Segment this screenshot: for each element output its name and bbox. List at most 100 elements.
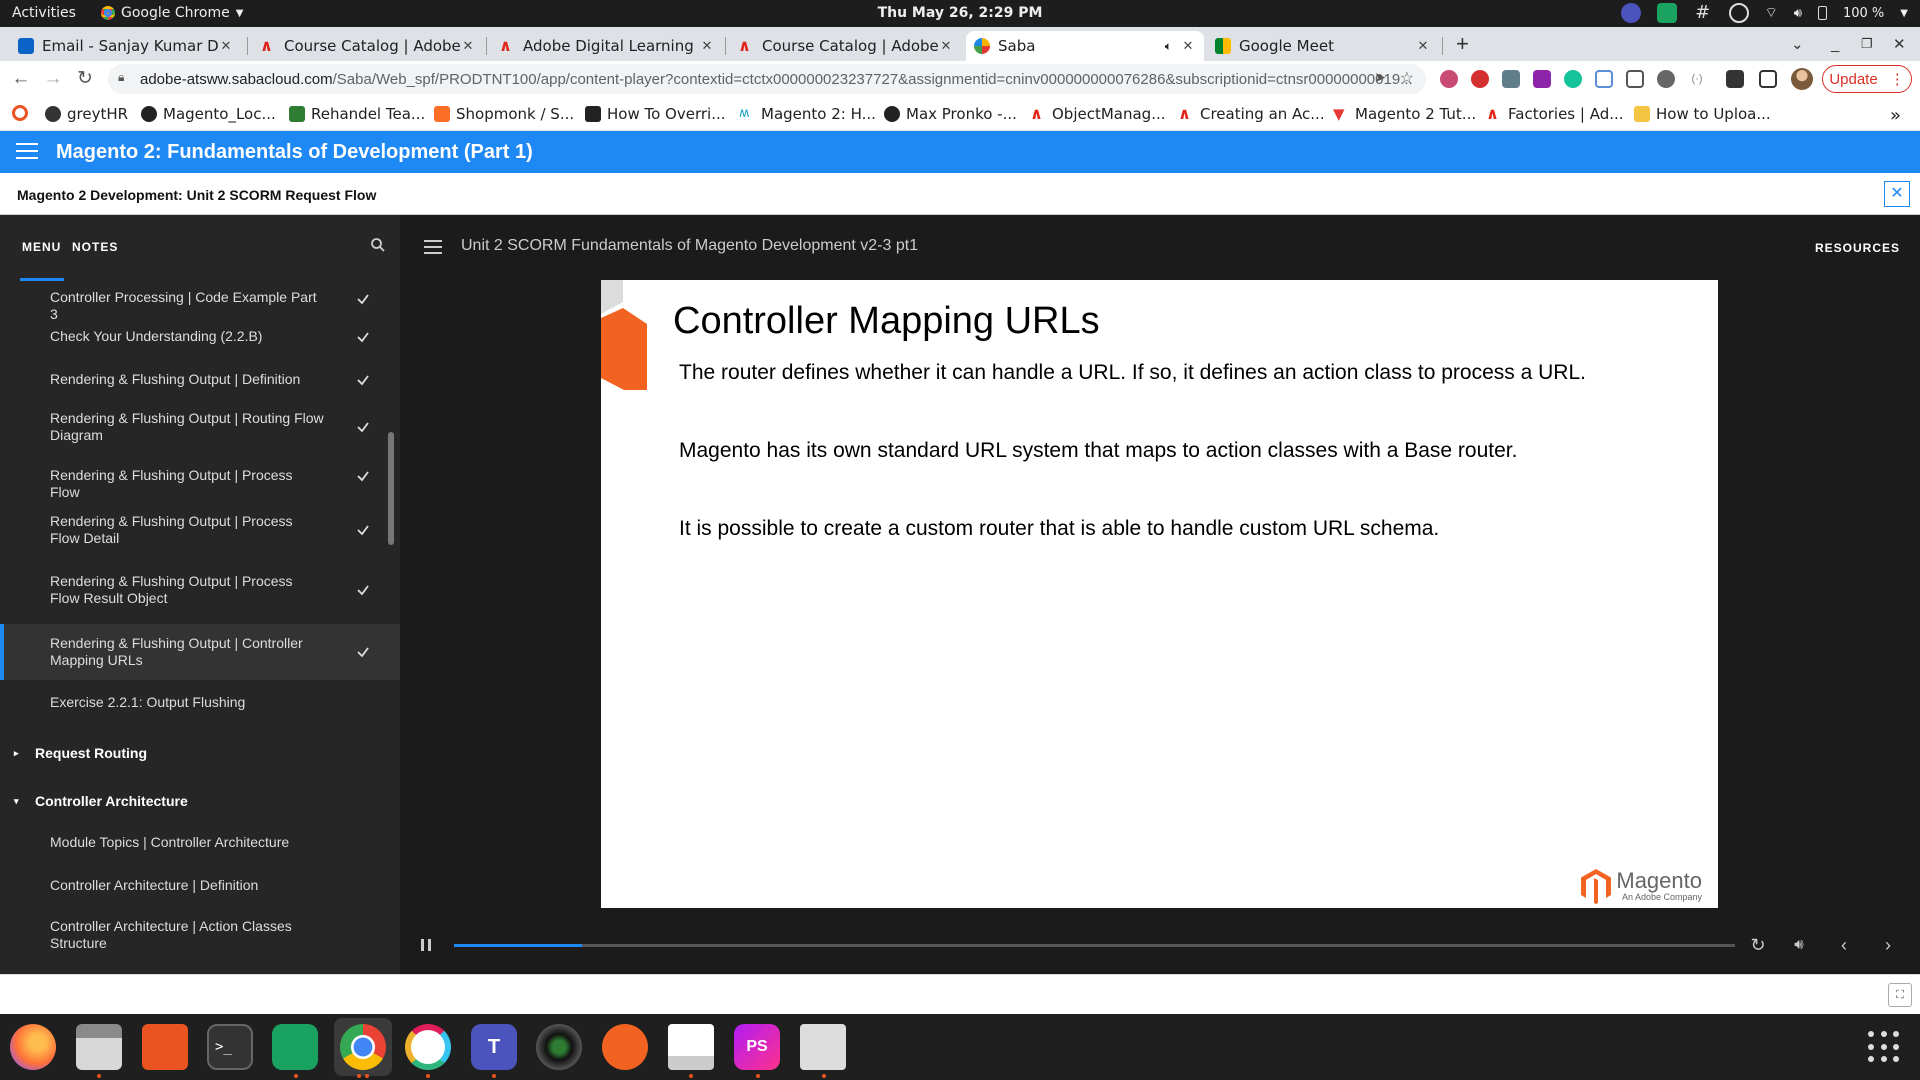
menu-icon[interactable] xyxy=(16,143,38,164)
software-icon[interactable] xyxy=(142,1024,188,1070)
teams-icon[interactable]: T xyxy=(471,1024,517,1070)
close-icon[interactable]: ✕ xyxy=(460,39,476,54)
tab-adobe-digital-learning[interactable]: ∧ Adobe Digital Learning Se ✕ xyxy=(491,31,723,61)
update-button[interactable]: Update ⋮ xyxy=(1822,65,1912,93)
window-close-button[interactable]: ✕ xyxy=(1893,27,1906,61)
chrome-icon[interactable] xyxy=(340,1024,386,1070)
menu-item-controller-processing-part3[interactable]: Controller Processing | Code Example Par… xyxy=(0,289,400,322)
terminal-icon[interactable]: >_ xyxy=(207,1024,253,1070)
section-controller-architecture[interactable]: ▾ Controller Architecture xyxy=(0,793,400,813)
tab-google-meet[interactable]: Google Meet ✕ xyxy=(1207,31,1439,61)
speaker-icon[interactable]: 🔈︎ xyxy=(1165,39,1172,54)
slack-tray-icon[interactable]: # xyxy=(1693,3,1713,23)
send-icon[interactable]: ➤ xyxy=(1374,69,1386,86)
editor-icon[interactable] xyxy=(668,1024,714,1070)
maximize-button[interactable]: ❐ xyxy=(1861,27,1873,61)
extension-icon[interactable] xyxy=(1502,70,1520,88)
forward-button[interactable]: → xyxy=(41,67,65,91)
star-icon[interactable]: ☆ xyxy=(1400,68,1414,88)
extension-icon[interactable] xyxy=(1440,70,1458,88)
sidepanel-icon[interactable] xyxy=(1759,70,1777,88)
close-icon[interactable]: ✕ xyxy=(1180,39,1196,54)
menu-item-rendering-process-flow-detail[interactable]: Rendering & Flushing Output | Process Fl… xyxy=(0,510,400,550)
menu-item-exercise-output-flushing[interactable]: Exercise 2.2.1: Output Flushing xyxy=(0,688,400,718)
volume-icon[interactable]: 🔊︎ xyxy=(1789,935,1809,955)
close-icon[interactable]: ✕ xyxy=(1415,39,1431,54)
resources-button[interactable]: RESOURCES xyxy=(1815,241,1900,255)
firefox-icon[interactable] xyxy=(10,1024,56,1070)
bookmark-max-pronko[interactable]: Max Pronko -... xyxy=(884,105,1017,123)
bookmarks-overflow-button[interactable]: » xyxy=(1890,105,1901,126)
menu-item-action-classes-structure[interactable]: Controller Architecture | Action Classes… xyxy=(0,915,400,955)
tab-menu[interactable]: MENU xyxy=(22,240,61,254)
bookmark-objectmanager[interactable]: ∧ ObjectManag... xyxy=(1030,105,1166,123)
menu-item-rendering-result-object[interactable]: Rendering & Flushing Output | Process Fl… xyxy=(0,570,400,610)
bookmark-shopmonk[interactable]: Shopmonk / S... xyxy=(434,105,574,123)
pause-icon[interactable] xyxy=(421,939,431,951)
sidebar-scrollbar[interactable] xyxy=(388,432,394,545)
section-request-routing[interactable]: ▸ Request Routing xyxy=(0,745,400,765)
bookmark-magento2-tut[interactable]: ▼ Magento 2 Tut... xyxy=(1333,105,1476,123)
address-bar[interactable]: 🔒︎ adobe-atsww.sabacloud.com/Saba/Web_sp… xyxy=(108,64,1426,94)
menu-item-check-understanding[interactable]: Check Your Understanding (2.2.B) xyxy=(0,322,400,352)
extension-icon[interactable] xyxy=(1595,70,1613,88)
chevron-down-icon[interactable]: ▼ xyxy=(1900,8,1908,19)
volume-icon[interactable]: 🔊︎ xyxy=(1794,6,1802,21)
tab-course-catalog[interactable]: ∧ Course Catalog | Adobe D ✕ xyxy=(252,31,484,61)
bookmark-opera[interactable] xyxy=(12,105,28,121)
back-button[interactable]: ← xyxy=(9,67,33,91)
tab-course-catalog-2[interactable]: ∧ Course Catalog | Adobe D ✕ xyxy=(730,31,962,61)
camera-icon[interactable] xyxy=(536,1024,582,1070)
phpstorm-icon[interactable]: PS xyxy=(734,1024,780,1070)
teams-tray-icon[interactable] xyxy=(1620,3,1641,23)
close-icon[interactable]: ✕ xyxy=(938,39,954,54)
menu-item-rendering-process-flow[interactable]: Rendering & Flushing Output | Process Fl… xyxy=(0,461,400,500)
bookmark-factories[interactable]: ∧ Factories | Ad... xyxy=(1486,105,1624,123)
tab-saba[interactable]: Saba 🔈︎ ✕ xyxy=(966,31,1204,61)
wifi-icon[interactable]: ⌔ xyxy=(1765,4,1778,22)
slack-icon[interactable] xyxy=(405,1024,451,1070)
extension-icon[interactable] xyxy=(1626,70,1644,88)
bookmark-override[interactable]: How To Overri... xyxy=(585,105,726,123)
gear-icon[interactable] xyxy=(1657,70,1675,88)
extension-icon[interactable]: (·) xyxy=(1688,70,1706,88)
screenshot-icon[interactable] xyxy=(800,1024,846,1070)
close-icon[interactable]: ✕ xyxy=(699,39,715,54)
avatar[interactable] xyxy=(1791,68,1813,90)
chat-icon[interactable] xyxy=(272,1024,318,1070)
tab-notes[interactable]: NOTES xyxy=(72,240,118,254)
grammarly-icon[interactable] xyxy=(1564,70,1582,88)
progress-bar[interactable] xyxy=(454,944,1735,947)
system-tray[interactable]: # ⌔ 🔊︎ 100 % ▼ xyxy=(1620,3,1908,23)
bookmark-magento-loc[interactable]: Magento_Loc... xyxy=(141,105,276,123)
globe-tray-icon[interactable] xyxy=(1728,3,1749,23)
lock-icon[interactable]: 🔒︎ xyxy=(118,70,124,85)
bookmark-rehandel[interactable]: Rehandel Tea... xyxy=(289,105,425,123)
menu-icon[interactable] xyxy=(424,240,442,258)
puzzle-icon[interactable] xyxy=(1726,70,1744,88)
show-apps-button[interactable] xyxy=(1868,1031,1900,1063)
search-icon[interactable] xyxy=(370,237,386,253)
close-icon[interactable]: ✕ xyxy=(218,39,234,54)
fullscreen-icon[interactable]: ⛶ xyxy=(1888,983,1912,1007)
reload-button[interactable]: ↻ xyxy=(73,67,97,91)
replay-icon[interactable]: ↻ xyxy=(1748,935,1768,955)
bookmark-greythr[interactable]: greytHR xyxy=(45,105,128,123)
menu-item-controller-architecture-definition[interactable]: Controller Architecture | Definition xyxy=(0,871,400,901)
menu-item-rendering-definition[interactable]: Rendering & Flushing Output | Definition xyxy=(0,365,400,395)
files-icon[interactable] xyxy=(76,1024,122,1070)
adblock-icon[interactable] xyxy=(1471,70,1489,88)
menu-item-module-topics[interactable]: Module Topics | Controller Architecture xyxy=(0,828,400,858)
bookmark-creating[interactable]: ∧ Creating an Ac... xyxy=(1178,105,1325,123)
tab-email[interactable]: Email - Sanjay Kumar Das ✕ xyxy=(10,31,242,61)
new-tab-button[interactable]: + xyxy=(1456,27,1469,61)
bookmark-how-to-upload[interactable]: How to Uploa... xyxy=(1634,105,1771,123)
minimize-button[interactable]: _ xyxy=(1831,27,1839,61)
menu-item-rendering-controller-mapping[interactable]: Rendering & Flushing Output | Controller… xyxy=(0,624,400,680)
tab-search-icon[interactable]: ⌄ xyxy=(1791,27,1804,61)
close-player-button[interactable]: ✕ xyxy=(1884,181,1910,207)
next-slide-button[interactable]: › xyxy=(1878,935,1898,955)
previous-slide-button[interactable]: ‹ xyxy=(1834,935,1854,955)
chat-tray-icon[interactable] xyxy=(1656,3,1677,23)
extension-icon[interactable] xyxy=(1533,70,1551,88)
